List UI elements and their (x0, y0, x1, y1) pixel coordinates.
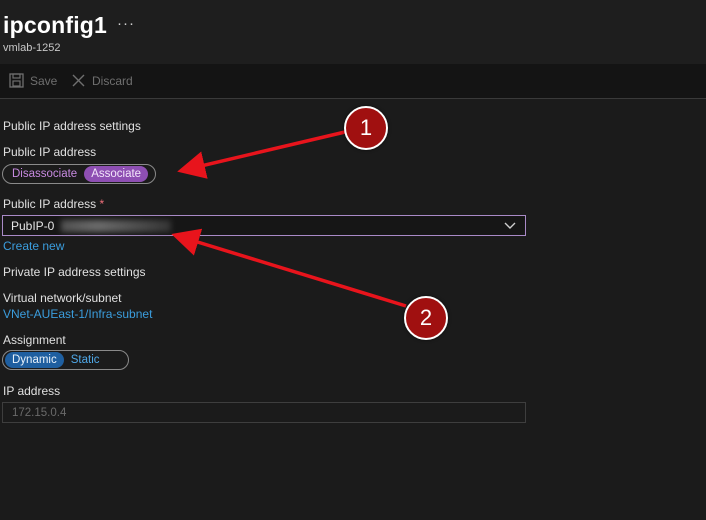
annotation-marker-2: 2 (404, 296, 448, 340)
annotation-arrows (171, 130, 407, 308)
annotation-arrow-1 (177, 130, 346, 179)
annotation-arrow-2 (171, 228, 407, 308)
annotation-marker-1: 1 (344, 106, 388, 150)
